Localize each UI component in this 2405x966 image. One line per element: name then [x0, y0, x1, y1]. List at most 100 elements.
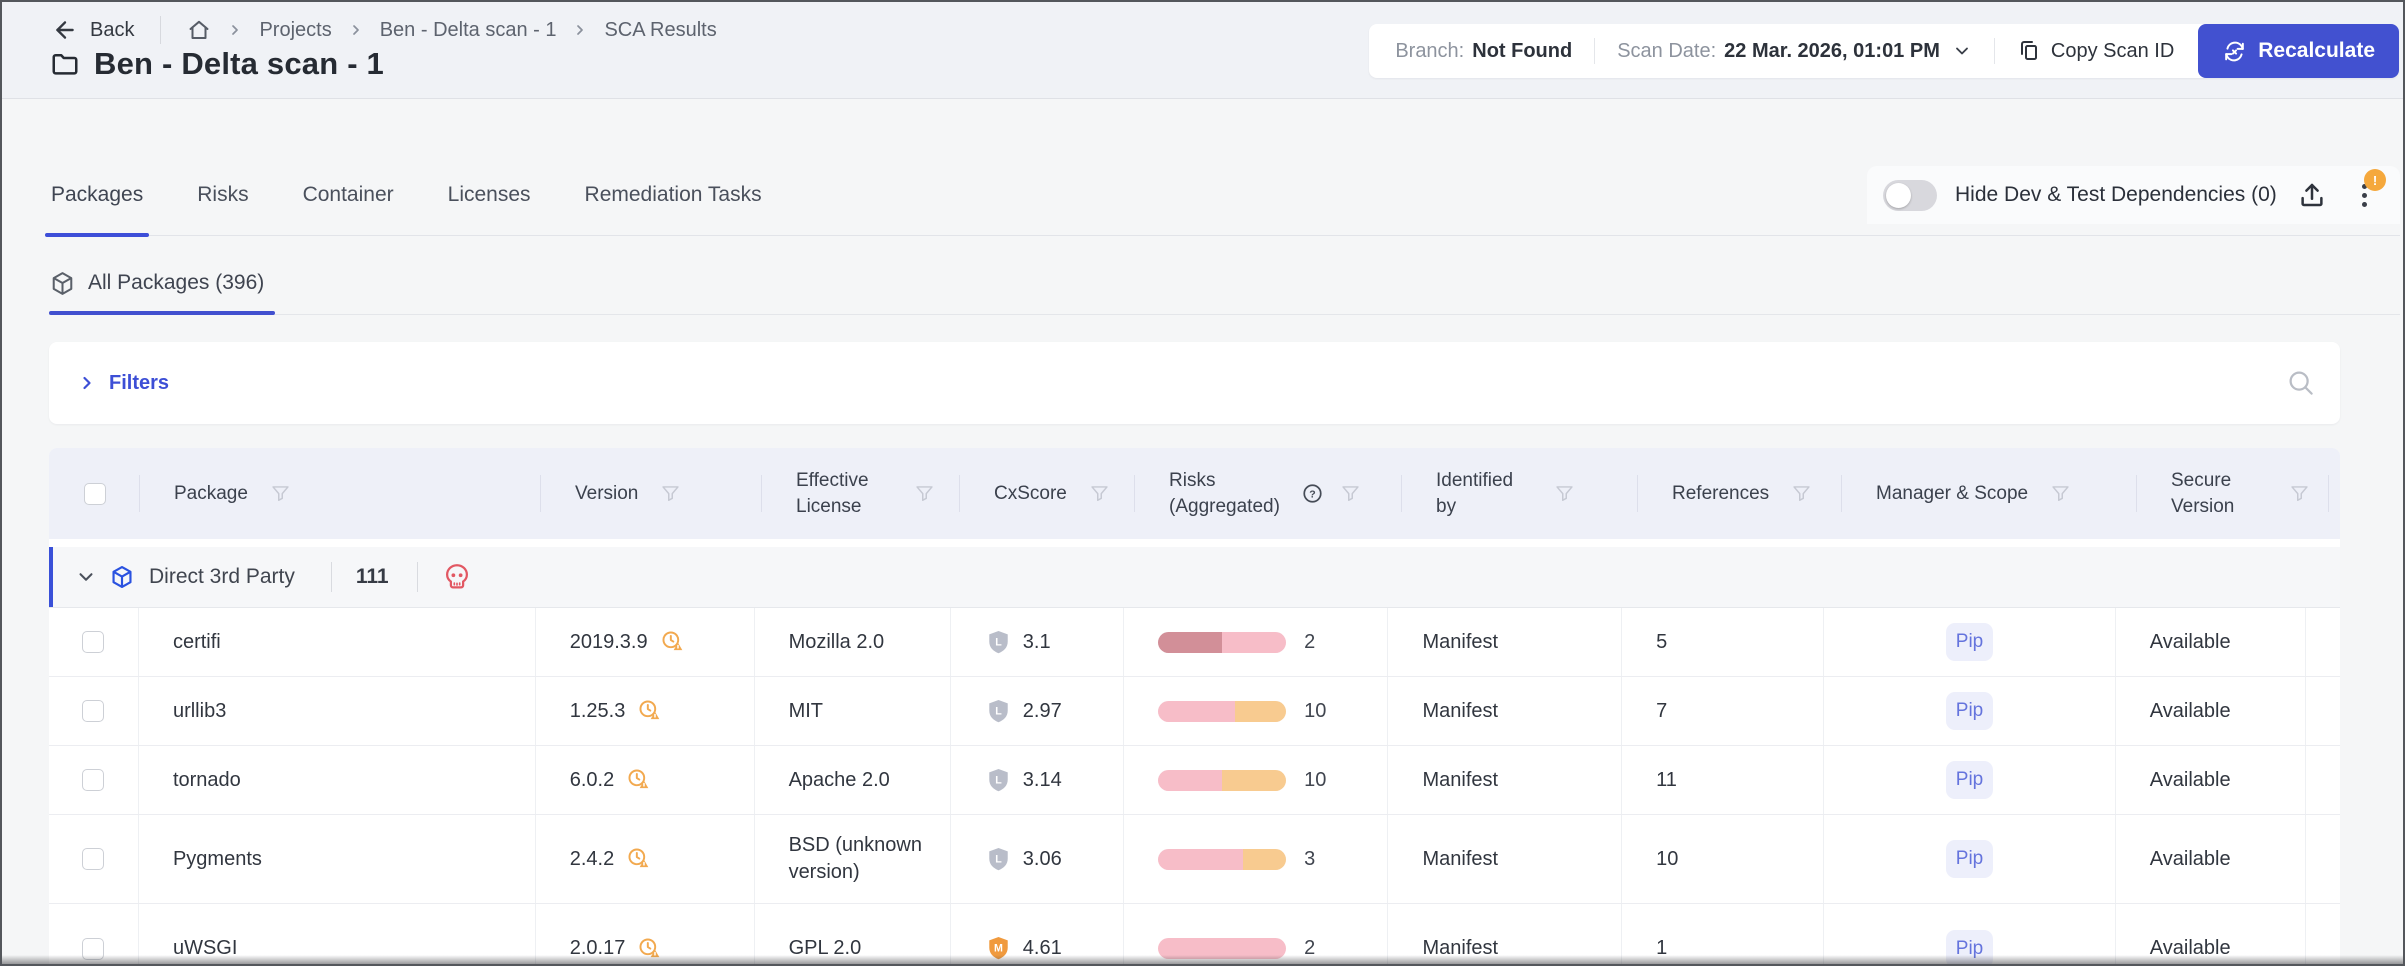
table-header-row: Package Version Effective License CxScor…	[49, 448, 2340, 539]
row-checkbox[interactable]	[82, 700, 105, 722]
hide-dev-label: Hide Dev & Test Dependencies (0)	[1955, 183, 2277, 206]
filter-funnel-icon[interactable]	[1089, 483, 1110, 504]
package-cell[interactable]: uWSGI	[139, 904, 536, 964]
filters-card: Filters	[49, 342, 2340, 424]
identified-by-cell: Manifest	[1388, 608, 1623, 676]
tab-risks[interactable]: Risks	[195, 154, 250, 235]
column-header-effective-license: Effective License	[762, 448, 960, 539]
severity-shield-icon: L	[985, 698, 1012, 725]
filter-funnel-icon[interactable]	[2050, 483, 2071, 504]
manager-cell: Pip	[1824, 904, 2116, 964]
risks-cell: 2	[1124, 608, 1389, 676]
cxscore-cell: L 2.97	[951, 677, 1125, 745]
package-cell[interactable]: tornado	[139, 746, 536, 814]
select-all-checkbox[interactable]	[83, 482, 106, 505]
version-cell: 1.25.3	[536, 677, 755, 745]
filter-funnel-icon[interactable]	[660, 483, 681, 504]
recalculate-button[interactable]: Recalculate	[2198, 24, 2399, 78]
cxscore-cell: M 4.61	[951, 904, 1125, 964]
license-cell: BSD (unknown version)	[755, 815, 951, 903]
severity-shield-icon: L	[985, 629, 1012, 656]
filter-funnel-icon[interactable]	[270, 483, 291, 504]
secure-version-cell: Available	[2116, 677, 2306, 745]
home-icon[interactable]	[187, 18, 211, 42]
manager-cell: Pip	[1824, 608, 2116, 676]
filter-funnel-icon[interactable]	[1554, 483, 1575, 504]
version-cell: 6.0.2	[536, 746, 755, 814]
kebab-menu-button[interactable]: !	[2353, 169, 2386, 212]
tab-licenses[interactable]: Licenses	[446, 154, 533, 235]
tab-container[interactable]: Container	[301, 154, 396, 235]
risks-cell: 2	[1124, 904, 1389, 964]
package-cube-icon	[52, 271, 73, 295]
branch-value: Not Found	[1472, 39, 1573, 62]
risk-severity-bar	[1158, 848, 1287, 870]
row-checkbox[interactable]	[82, 937, 105, 960]
manager-chip: Pip	[1945, 623, 1994, 661]
chevron-down-icon	[79, 573, 93, 581]
active-tab-underline	[49, 311, 275, 315]
recalculate-icon	[2225, 41, 2245, 61]
tab-packages[interactable]: Packages	[44, 154, 150, 237]
column-header-manager-scope: Manager & Scope	[1842, 448, 2137, 539]
row-checkbox[interactable]	[82, 631, 105, 653]
back-button[interactable]: Back	[52, 17, 134, 43]
tab-all-packages[interactable]: All Packages (396)	[49, 254, 264, 312]
svg-text:L: L	[995, 636, 1002, 648]
copy-scan-id-button[interactable]: Copy Scan ID	[2017, 39, 2174, 63]
svg-text:L: L	[995, 705, 1002, 717]
references-cell: 1	[1622, 904, 1825, 964]
help-circle-icon[interactable]: ?	[1301, 482, 1324, 505]
package-cell[interactable]: urllib3	[139, 677, 536, 745]
select-all-cell	[49, 448, 140, 539]
chevron-right-icon	[348, 22, 364, 38]
search-button[interactable]	[2286, 368, 2316, 398]
table-row[interactable]: uWSGI 2.0.17 GPL 2.0 M 4.61 2 Manifest 1…	[49, 904, 2340, 964]
export-button[interactable]	[2297, 180, 2327, 210]
version-cell: 2019.3.9	[536, 608, 755, 676]
top-header-bar: Back Projects Ben - Delta scan - 1 SCA R…	[2, 2, 2403, 99]
manager-chip: Pip	[1945, 929, 1994, 964]
filter-funnel-icon[interactable]	[2289, 483, 2310, 504]
scan-date-dropdown[interactable]: Scan Date: 22 Mar. 2026, 01:01 PM	[1617, 40, 1972, 63]
chevron-right-icon	[227, 22, 243, 38]
svg-text:L: L	[995, 853, 1002, 865]
title-row: Ben - Delta scan - 1	[50, 46, 384, 82]
divider	[160, 16, 162, 44]
table-row[interactable]: certifi 2019.3.9 Mozilla 2.0 L 3.1 2 Man…	[49, 608, 2340, 677]
risk-severity-bar	[1158, 631, 1287, 653]
breadcrumb-project-name[interactable]: Ben - Delta scan - 1	[380, 19, 557, 42]
manager-chip: Pip	[1945, 692, 1994, 730]
filters-expand-button[interactable]: Filters	[77, 372, 169, 395]
table-row[interactable]: Pygments 2.4.2 BSD (unknown version) L 3…	[49, 815, 2340, 904]
package-cell[interactable]: certifi	[139, 608, 536, 676]
row-checkbox[interactable]	[82, 769, 105, 791]
package-cell[interactable]: Pygments	[139, 815, 536, 903]
spacer-cell	[2329, 448, 2340, 539]
all-packages-label: All Packages (396)	[88, 271, 265, 294]
identified-by-cell: Manifest	[1388, 746, 1623, 814]
identified-by-cell: Manifest	[1388, 904, 1623, 964]
scan-controls: Branch: Not Found Scan Date: 22 Mar. 202…	[1369, 24, 2399, 78]
severity-shield-icon: L	[985, 767, 1012, 794]
row-select-cell	[49, 677, 139, 745]
table-row[interactable]: urllib3 1.25.3 MIT L 2.97 10 Manifest 7 …	[49, 677, 2340, 746]
row-select-cell	[49, 815, 139, 903]
scan-date-label: Scan Date:	[1617, 39, 1717, 62]
row-checkbox[interactable]	[82, 848, 105, 870]
breadcrumb-projects[interactable]: Projects	[259, 19, 331, 42]
hide-dev-toggle[interactable]	[1883, 179, 1937, 211]
tab-remediation-tasks[interactable]: Remediation Tasks	[583, 154, 764, 235]
scan-date-value: 22 Mar. 2026, 01:01 PM	[1724, 39, 1940, 62]
collapse-group-button[interactable]	[75, 566, 97, 588]
filter-funnel-icon[interactable]	[1340, 483, 1361, 504]
filter-funnel-icon[interactable]	[1791, 483, 1812, 504]
package-cube-icon	[109, 564, 135, 590]
manager-chip: Pip	[1945, 840, 1994, 878]
table-row[interactable]: tornado 6.0.2 Apache 2.0 L 3.14 10 Manif…	[49, 746, 2340, 815]
breadcrumb-sca-results[interactable]: SCA Results	[604, 19, 716, 42]
identified-by-cell: Manifest	[1388, 815, 1623, 903]
row-select-cell	[49, 904, 139, 964]
filter-funnel-icon[interactable]	[914, 483, 935, 504]
malicious-skull-icon[interactable]	[442, 562, 472, 592]
